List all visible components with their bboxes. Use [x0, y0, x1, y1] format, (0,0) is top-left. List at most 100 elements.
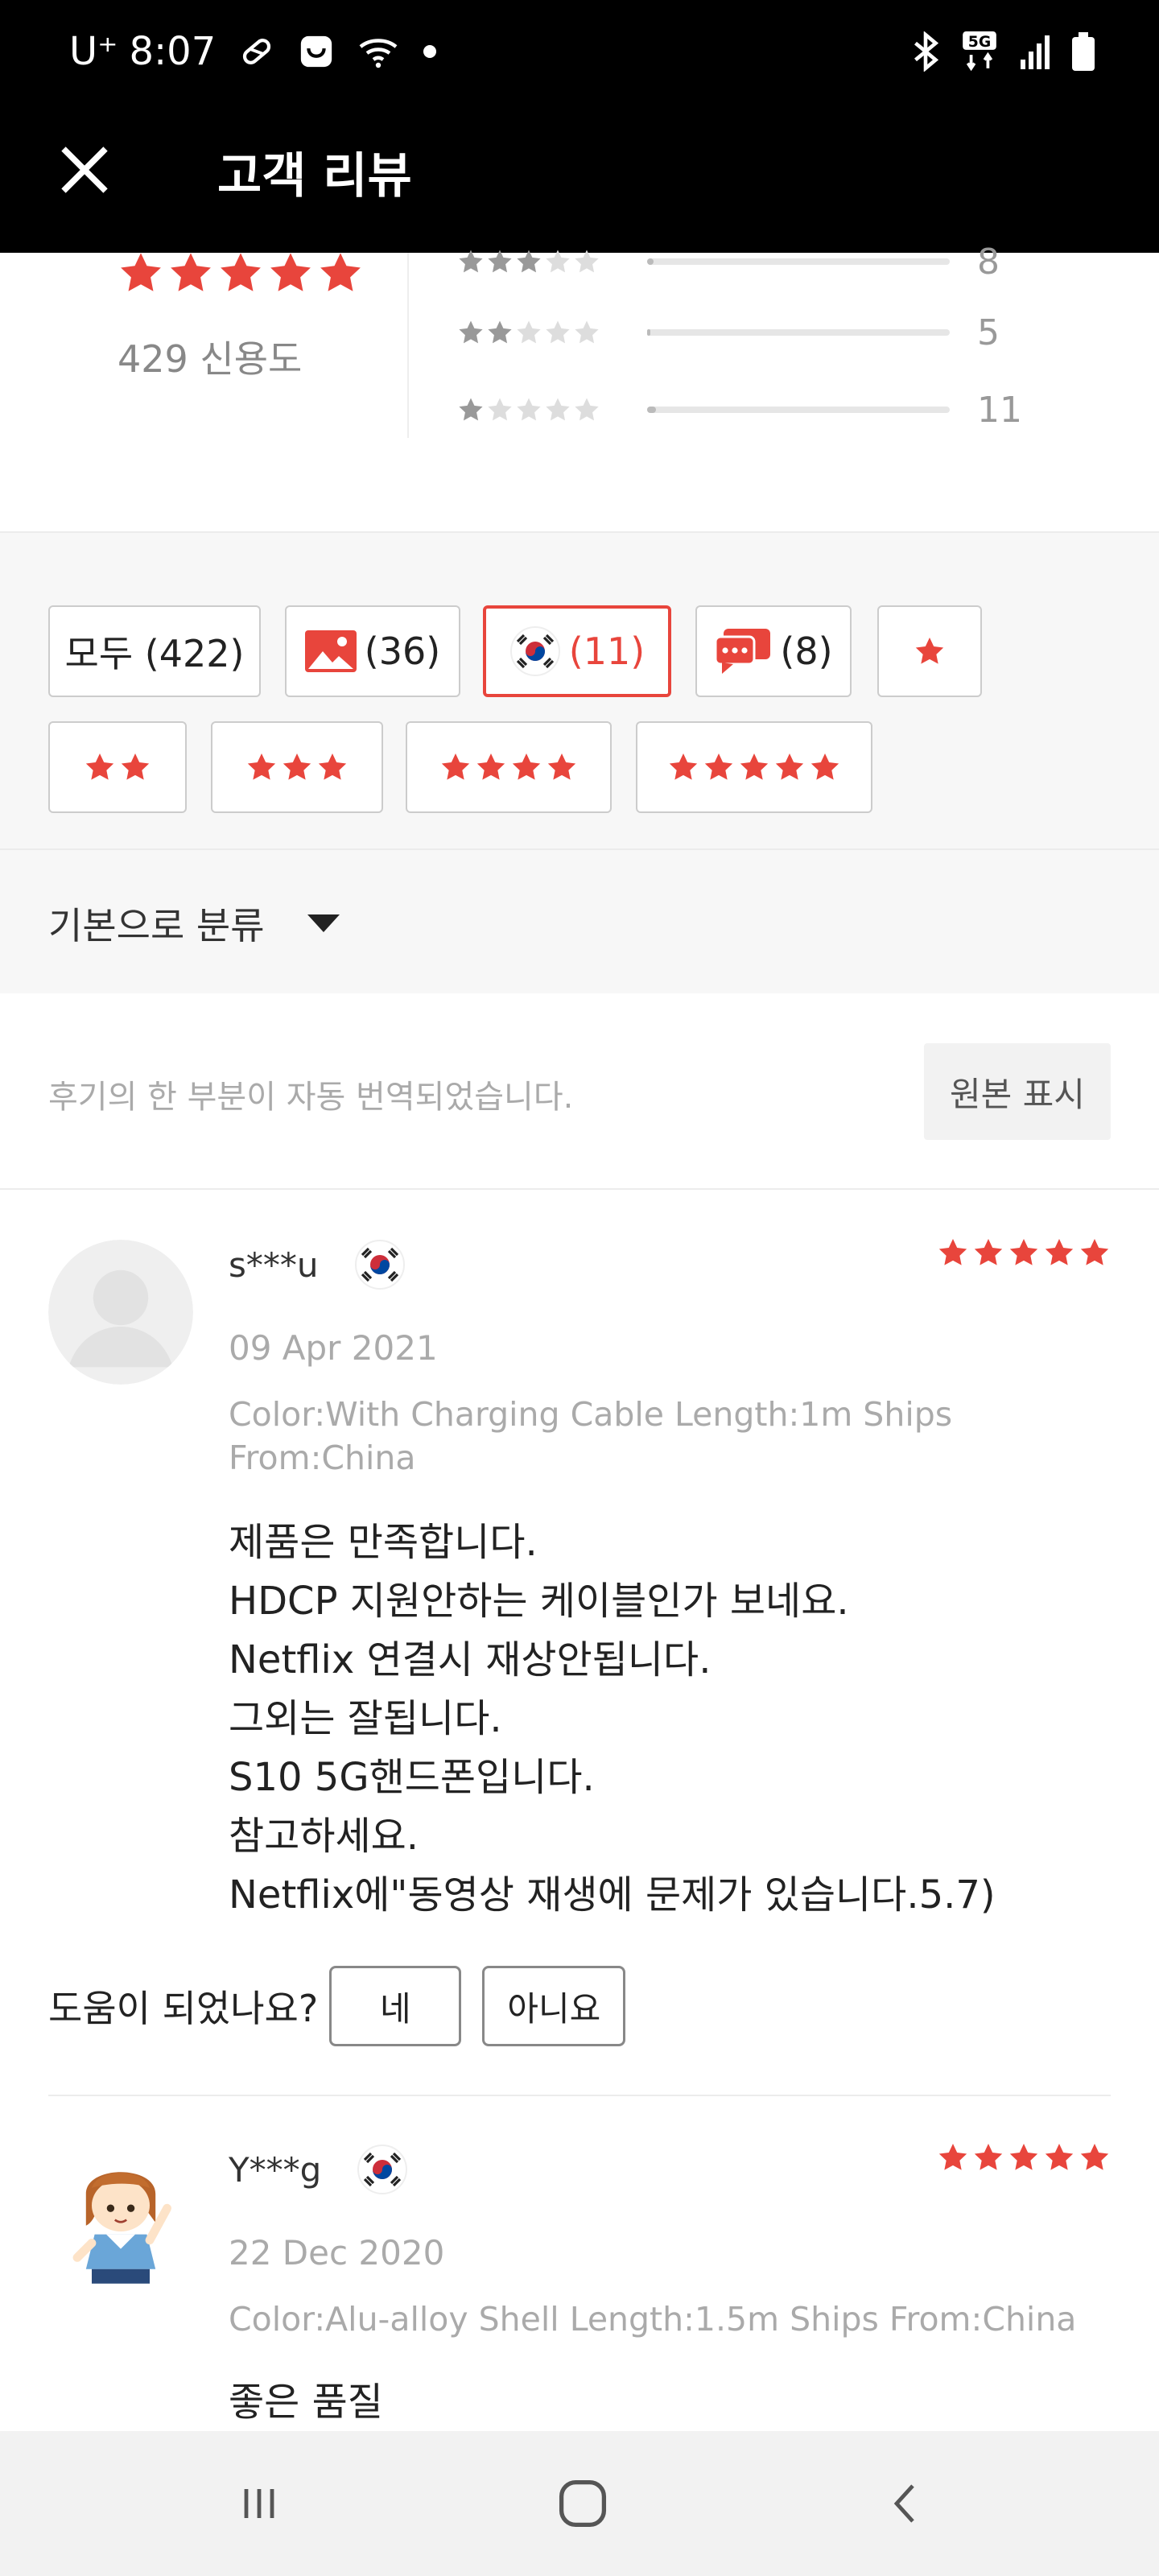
review-variant: Color:With Charging Cable Length:1m Ship…: [229, 1395, 953, 1477]
review-rating-stars: [937, 2141, 1111, 2174]
svg-text:5G: 5G: [968, 34, 991, 51]
5g-icon: 5G: [963, 31, 996, 72]
home-button[interactable]: [551, 2471, 615, 2536]
sort-dropdown[interactable]: 기본으로 분류: [0, 850, 1159, 993]
star-icon: [475, 751, 507, 783]
star-icon: [937, 1236, 969, 1269]
star-icon: [972, 2141, 1004, 2174]
filter-country-label: (11): [568, 630, 645, 673]
show-original-button[interactable]: 원본 표시: [924, 1043, 1111, 1140]
title-bar: 고객 리뷰: [0, 121, 1159, 217]
translation-notice-text: 후기의 한 부분이 자동 번역되었습니다.: [48, 1079, 574, 1116]
star-icon: [972, 1236, 1004, 1269]
korea-flag-icon: [357, 2145, 408, 2194]
review-item: s***u 09 Apr 2021 Color:With Charging Ca…: [0, 1190, 1159, 2096]
default-avatar-icon: [48, 1240, 193, 1385]
star-icon: [1079, 2141, 1111, 2174]
star-icon: [245, 751, 278, 783]
star-icon: [267, 250, 314, 296]
rating-row-stars: [457, 248, 647, 275]
star-icon: [317, 250, 364, 296]
star-icon: [167, 250, 214, 296]
helpful-yes-button[interactable]: 네: [329, 1966, 462, 2046]
filter-4-star[interactable]: [406, 721, 612, 813]
reviewer-name: Y***g: [229, 2149, 322, 2190]
star-icon: [84, 751, 116, 783]
battery-icon: [1072, 32, 1095, 71]
system-nav-bar: [0, 2431, 1159, 2576]
rating-bar-fill: [647, 407, 657, 413]
star-icon: [217, 250, 264, 296]
rating-count: 5: [977, 312, 1000, 353]
wifi-icon: [359, 39, 398, 68]
rating-bar: [647, 407, 950, 413]
rating-bar-fill: [647, 258, 654, 265]
review-variant: Color:Alu-alloy Shell Length:1.5m Ships …: [229, 2300, 1077, 2339]
clock: 8:07: [129, 29, 217, 74]
star-icon: [914, 635, 946, 667]
star-icon: [510, 751, 542, 783]
star-icon: [1079, 1236, 1111, 1269]
star-icon: [546, 751, 578, 783]
status-bar: U⁺ 8:07 5G: [0, 0, 1159, 105]
close-icon[interactable]: [56, 142, 113, 198]
reviewer-name: s***u: [229, 1245, 319, 1285]
review-text: 제품은 만족합니다. HDCP 지원안하는 케이블인가 보네요. Netflix…: [229, 1520, 996, 1918]
star-icon: [1043, 2141, 1075, 2174]
star-icon: [118, 250, 164, 296]
filter-5-star[interactable]: [636, 721, 872, 813]
overall-rating-stars: [118, 250, 364, 296]
home-icon: [559, 2479, 607, 2528]
filter-photo[interactable]: (36): [285, 605, 460, 697]
comment-icon: [714, 629, 771, 674]
filter-panel: 모두 (422) (36) (11) (8): [0, 533, 1159, 850]
pill-icon: [243, 39, 271, 64]
rating-summary: 429 신용도 8 5 11: [0, 242, 1159, 533]
translation-notice: 후기의 한 부분이 자동 번역되었습니다. 원본 표시: [0, 993, 1159, 1190]
filter-2-star[interactable]: [48, 721, 187, 813]
filter-photo-label: (36): [364, 630, 441, 673]
signal-icon: [1021, 35, 1050, 69]
korea-flag-icon: [509, 626, 560, 676]
user-avatar-image: [48, 2145, 193, 2289]
divider: [407, 253, 409, 438]
star-icon: [439, 751, 472, 783]
rating-row-3[interactable]: 8: [457, 242, 1037, 283]
star-icon: [1008, 2141, 1040, 2174]
rating-row-2[interactable]: 5: [457, 312, 1037, 353]
top-bar: U⁺ 8:07 5G 고객 리뷰: [0, 0, 1159, 253]
filter-3-star[interactable]: [211, 721, 383, 813]
filter-comments[interactable]: (8): [695, 605, 852, 697]
helpful-no-button[interactable]: 아니요: [482, 1966, 626, 2046]
rating-bar: [647, 258, 950, 265]
korea-flag-icon: [354, 1240, 405, 1290]
star-icon: [809, 751, 841, 783]
review-date: 22 Dec 2020: [229, 2233, 445, 2273]
rating-row-1[interactable]: 11: [457, 389, 1037, 431]
filter-1-star[interactable]: [877, 605, 982, 697]
back-button[interactable]: [874, 2471, 938, 2536]
review-rating-stars: [937, 1236, 1111, 1269]
filter-all[interactable]: 모두 (422): [48, 605, 261, 697]
reviewer-info: s***u: [229, 1238, 406, 1291]
recents-icon: [244, 2489, 274, 2518]
star-icon: [937, 2141, 969, 2174]
recents-button[interactable]: [227, 2471, 291, 2536]
review-date: 09 Apr 2021: [229, 1328, 438, 1368]
star-icon: [773, 751, 806, 783]
sort-label: 기본으로 분류: [48, 904, 265, 947]
helpful-row: 도움이 되었나요? 네 아니요: [48, 1966, 626, 2046]
helpful-question: 도움이 되었나요?: [48, 1987, 319, 2030]
review-text: 좋은 품질: [229, 2380, 383, 2425]
review-item: Y***g 22 Dec 2020 Color:Alu-alloy Shell …: [0, 2095, 1159, 2431]
rating-count: 11: [977, 389, 1022, 431]
rating-bar: [647, 329, 950, 336]
credit-score: 429 신용도: [118, 337, 303, 381]
star-icon: [1043, 1236, 1075, 1269]
bluetooth-icon: [914, 31, 939, 72]
star-icon: [316, 751, 349, 783]
image-icon: [304, 630, 357, 672]
rating-row-stars: [457, 319, 647, 346]
filter-country[interactable]: (11): [483, 605, 671, 697]
caret-down-icon: [307, 914, 340, 932]
